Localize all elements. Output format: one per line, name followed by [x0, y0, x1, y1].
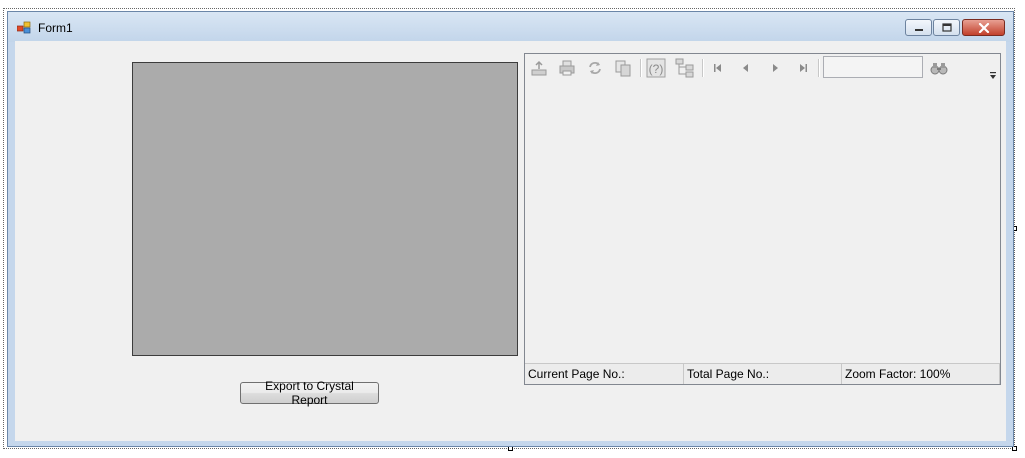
- find-icon[interactable]: [929, 58, 949, 78]
- group-tree-icon[interactable]: [675, 58, 695, 78]
- report-content-area: [525, 82, 1000, 364]
- current-page-status: Current Page No.:: [525, 364, 684, 384]
- form-window: Form1 Export to Crystal Report (?) Curre…: [7, 11, 1014, 447]
- previous-page-icon[interactable]: [736, 58, 756, 78]
- overflow-icon: [990, 72, 996, 79]
- maximize-icon: [941, 23, 952, 32]
- first-page-icon[interactable]: [708, 58, 728, 78]
- minimize-icon: [914, 28, 923, 31]
- form-icon: [17, 21, 31, 34]
- help-icon[interactable]: (?): [646, 58, 666, 78]
- close-icon: [978, 22, 989, 33]
- total-page-status: Total Page No.:: [684, 364, 842, 384]
- gray-panel: [132, 62, 518, 356]
- close-button[interactable]: [962, 19, 1005, 36]
- copy-icon[interactable]: [613, 58, 633, 78]
- zoom-factor-status: Zoom Factor: 100%: [842, 364, 1000, 384]
- export-to-crystal-report-button[interactable]: Export to Crystal Report: [240, 379, 379, 407]
- title-bar[interactable]: Form1: [8, 12, 1013, 42]
- search-input[interactable]: [823, 56, 923, 78]
- last-page-icon[interactable]: [793, 58, 813, 78]
- minimize-button[interactable]: [905, 19, 932, 36]
- form-client-area: Export to Crystal Report (?) Current Pag…: [15, 41, 1006, 441]
- report-viewer-toolbar: (?): [525, 54, 1000, 82]
- report-status-bar: Current Page No.: Total Page No.: Zoom F…: [525, 363, 1000, 384]
- toolbar-separator: [818, 59, 820, 77]
- refresh-icon[interactable]: [585, 58, 605, 78]
- window-title: Form1: [38, 21, 73, 35]
- maximize-button[interactable]: [933, 19, 960, 36]
- next-page-icon[interactable]: [765, 58, 785, 78]
- export-icon[interactable]: [529, 58, 549, 78]
- crystal-report-viewer: (?) Current Page No.: Total Page No.: Zo…: [524, 53, 1001, 385]
- svg-text:(?): (?): [649, 62, 664, 76]
- toolbar-separator: [702, 59, 704, 77]
- print-icon[interactable]: [557, 58, 577, 78]
- toolbar-separator: [640, 59, 642, 77]
- toolbar-overflow-button[interactable]: [988, 68, 998, 79]
